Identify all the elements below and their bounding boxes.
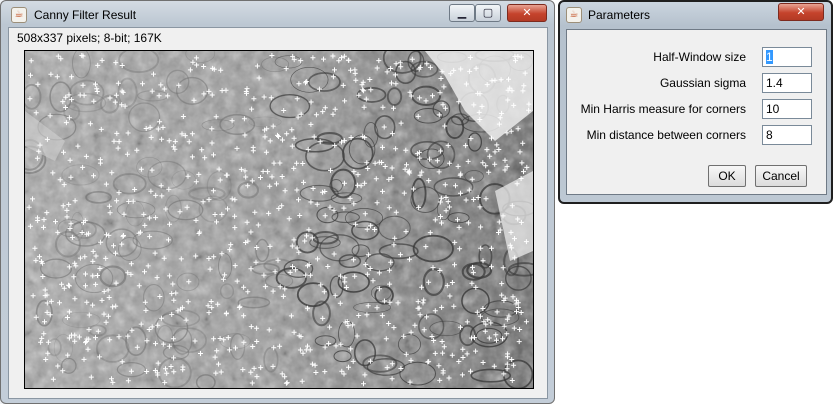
maximize-button[interactable]: ▢	[475, 4, 501, 22]
image-info-text: 508x337 pixels; 8-bit; 167K	[17, 31, 162, 45]
parameters-dialog[interactable]: ☕ Parameters ✕ Half-Window size 1 Gaussi…	[558, 0, 833, 204]
ok-button[interactable]: OK	[708, 165, 746, 187]
half-window-size-field[interactable]: 1	[762, 47, 812, 67]
tissue-image	[25, 51, 533, 388]
canny-result-window[interactable]: ☕ Canny Filter Result ▁ ▢ ✕ 508x337 pixe…	[0, 0, 555, 404]
window-title: Canny Filter Result	[34, 8, 137, 22]
dialog-title: Parameters	[588, 8, 651, 22]
close-icon: ✕	[796, 5, 806, 18]
maximize-icon: ▢	[482, 6, 494, 19]
gaussian-sigma-label: Gaussian sigma	[659, 76, 746, 90]
min-distance-label: Min distance between corners	[586, 128, 746, 142]
java-cup-icon: ☕	[566, 7, 582, 23]
close-button[interactable]: ✕	[507, 4, 547, 22]
dialog-close-button[interactable]: ✕	[778, 3, 824, 21]
min-distance-field[interactable]: 8	[762, 125, 812, 145]
minimize-icon: ▁	[457, 6, 467, 19]
half-window-size-label: Half-Window size	[653, 50, 746, 64]
canny-image-canvas[interactable]	[24, 50, 534, 389]
cancel-button[interactable]: Cancel	[755, 165, 807, 187]
java-cup-icon: ☕	[11, 7, 27, 23]
minimize-button[interactable]: ▁	[449, 4, 475, 22]
min-harris-field[interactable]: 10	[762, 99, 812, 119]
close-icon: ✕	[522, 6, 532, 19]
gaussian-sigma-field[interactable]: 1.4	[762, 73, 812, 93]
min-harris-label: Min Harris measure for corners	[580, 102, 746, 116]
